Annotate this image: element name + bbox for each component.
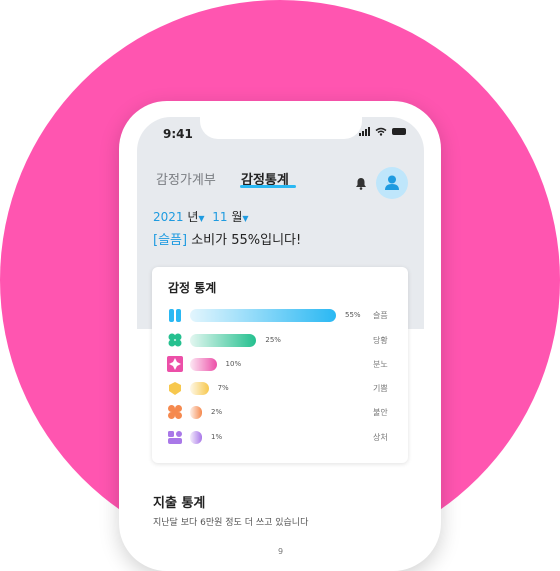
emotion-label: 당황 <box>373 336 388 345</box>
month-value: 11 <box>212 210 228 224</box>
status-time: 9:41 <box>163 127 193 141</box>
tab-emotion-ledger[interactable]: 감정가계부 <box>156 169 216 188</box>
emotion-row: 55% 슬픔 <box>152 307 408 325</box>
emotion-percent: 1% <box>211 433 223 441</box>
date-selector[interactable]: 2021 년▼ 11 월▼ <box>153 208 249 225</box>
year-dropdown-icon[interactable]: ▼ <box>198 214 204 223</box>
phone-notch <box>200 117 362 139</box>
emotion-label: 분노 <box>373 360 388 369</box>
summary-text: 소비가 55%입니다! <box>187 233 302 248</box>
phone-screen: 9:41 감정가계부 감정통계 2021 년▼ 11 월▼ [슬픔] 소비가 5… <box>137 117 424 567</box>
emotion-percent: 25% <box>265 336 281 344</box>
emotion-percent: 10% <box>225 360 242 368</box>
anger-emotion-icon <box>167 356 183 372</box>
summary-message: [슬픔] 소비가 55%입니다! <box>153 229 301 248</box>
emotion-label: 불안 <box>373 408 388 417</box>
emotion-stats-title: 감정 통계 <box>168 281 217 295</box>
emotion-percent: 7% <box>217 384 229 392</box>
emotion-percent: 2% <box>211 408 223 416</box>
emotion-percent: 55% <box>345 311 361 319</box>
emotion-bar <box>190 358 217 371</box>
month-dropdown-icon[interactable]: ▼ <box>242 214 248 223</box>
emotion-row: 7% 기쁨 <box>152 380 408 398</box>
page-number: 9 <box>277 547 284 556</box>
joy-emotion-icon <box>169 382 181 395</box>
emotion-label: 기쁨 <box>373 384 388 393</box>
year-value: 2021 <box>153 210 184 224</box>
emotion-bar <box>190 382 209 395</box>
user-icon <box>385 175 399 190</box>
spending-stats-desc: 지난달 보다 6만원 정도 더 쓰고 있습니다 <box>153 518 309 528</box>
summary-emotion: [슬픔] <box>153 233 188 248</box>
battery-icon <box>392 127 406 135</box>
emotion-row: 10% 분노 <box>152 356 408 374</box>
active-tab-indicator <box>240 185 296 188</box>
emotion-label: 슬픔 <box>373 311 388 320</box>
emotion-row: 1% 상처 <box>152 429 408 447</box>
anxiety-emotion-icon <box>168 405 182 419</box>
profile-avatar-button[interactable] <box>376 167 408 199</box>
emotion-label: 상처 <box>373 433 388 442</box>
emotion-bar <box>190 431 202 444</box>
sad-emotion-icon <box>169 309 181 322</box>
spending-stats-title: 지출 통계 <box>153 496 206 511</box>
month-unit: 월 <box>231 210 243 224</box>
emotion-bar <box>190 334 257 347</box>
year-unit: 년 <box>187 210 199 224</box>
signal-icon <box>359 126 370 136</box>
emotion-bar <box>190 406 202 419</box>
emotion-row: 25% 당황 <box>152 332 408 350</box>
embarrassed-emotion-icon <box>168 333 182 347</box>
emotion-row: 2% 불안 <box>152 404 408 422</box>
wifi-icon <box>375 127 387 136</box>
emotion-stats-card: 감정 통계 55% 슬픔 25% 당황 10% 분노 7% 기쁨 2% 불안 1% 상처 <box>152 267 408 463</box>
status-icons <box>359 126 406 136</box>
bell-icon[interactable] <box>355 177 367 190</box>
hurt-emotion-icon <box>168 431 182 444</box>
emotion-bar <box>190 309 336 322</box>
